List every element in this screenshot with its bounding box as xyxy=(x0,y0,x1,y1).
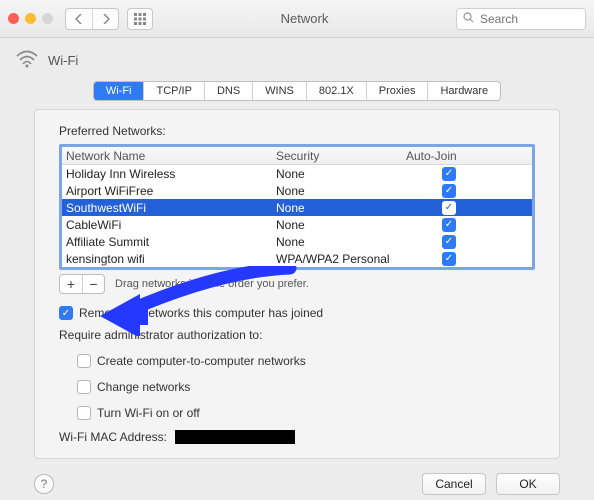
network-name: Holiday Inn Wireless xyxy=(66,167,276,181)
col-security[interactable]: Security xyxy=(276,149,406,163)
admin-option-checkbox[interactable] xyxy=(77,406,91,420)
admin-option-checkbox[interactable] xyxy=(77,354,91,368)
table-row[interactable]: kensington wifiWPA/WPA2 Personal ✓ xyxy=(62,250,532,267)
show-all-button[interactable] xyxy=(127,8,153,30)
ok-button[interactable]: OK xyxy=(496,473,560,495)
remember-label: Remember networks this computer has join… xyxy=(79,306,323,320)
network-name: CableWiFi xyxy=(66,218,276,232)
auto-join-cell: ✓ xyxy=(406,252,496,266)
mac-address-row: Wi-Fi MAC Address: xyxy=(59,430,535,444)
tab-wi-fi[interactable]: Wi-Fi xyxy=(94,82,144,100)
section-title: Wi-Fi xyxy=(48,53,78,68)
col-auto-join[interactable]: Auto-Join xyxy=(406,149,496,163)
admin-auth-label: Require administrator authorization to: xyxy=(59,328,535,342)
search-icon xyxy=(463,12,474,26)
network-security: WPA/WPA2 Personal xyxy=(276,252,406,266)
tab-hardware[interactable]: Hardware xyxy=(427,82,500,100)
search-input[interactable] xyxy=(478,11,594,27)
auto-join-cell: ✓ xyxy=(406,201,496,215)
add-network-button[interactable]: + xyxy=(60,275,82,293)
tab-wins[interactable]: WINS xyxy=(252,82,306,100)
close-window-button[interactable] xyxy=(8,13,19,24)
window-controls xyxy=(8,13,53,24)
main-pane: Wi-Fi Wi-FiTCP/IPDNSWINS802.1XProxiesHar… xyxy=(0,38,594,500)
remove-network-button[interactable]: − xyxy=(82,275,104,293)
admin-option-row: Change networks xyxy=(77,380,535,394)
table-row[interactable]: SouthwestWiFiNone ✓ xyxy=(62,199,532,216)
network-security: None xyxy=(276,218,406,232)
search-field[interactable] xyxy=(456,8,586,30)
network-name: kensington wifi xyxy=(66,252,276,266)
admin-option-checkbox[interactable] xyxy=(77,380,91,394)
wifi-header: Wi-Fi xyxy=(14,48,580,81)
col-network-name[interactable]: Network Name xyxy=(66,149,276,163)
cancel-button[interactable]: Cancel xyxy=(422,473,486,495)
tab-tcp-ip[interactable]: TCP/IP xyxy=(143,82,203,100)
mac-address-label: Wi-Fi MAC Address: xyxy=(59,430,167,444)
table-row[interactable]: Airport WiFiFreeNone ✓ xyxy=(62,182,532,199)
network-security: None xyxy=(276,167,406,181)
nav-back-forward xyxy=(65,8,119,30)
forward-button[interactable] xyxy=(92,9,118,29)
auto-join-checkbox[interactable]: ✓ xyxy=(442,184,456,198)
back-button[interactable] xyxy=(66,9,92,29)
table-row[interactable]: Holiday Inn WirelessNone ✓ xyxy=(62,165,532,182)
admin-option-row: Create computer-to-computer networks xyxy=(77,354,535,368)
preferred-networks-label: Preferred Networks: xyxy=(59,124,535,138)
preferred-networks-table[interactable]: Network Name Security Auto-Join Holiday … xyxy=(59,144,535,270)
auto-join-cell: ✓ xyxy=(406,184,496,198)
table-header: Network Name Security Auto-Join xyxy=(62,147,532,165)
drag-hint: Drag networks into the order you prefer. xyxy=(115,278,309,290)
mac-address-value xyxy=(175,430,295,444)
admin-option-row: Turn Wi-Fi on or off xyxy=(77,406,535,420)
footer: ? Cancel OK xyxy=(34,473,560,495)
add-remove-row: + − Drag networks into the order you pre… xyxy=(59,274,535,294)
admin-option-label: Create computer-to-computer networks xyxy=(97,354,306,368)
table-row[interactable]: Affiliate SummitNone ✓ xyxy=(62,233,532,250)
auto-join-checkbox[interactable]: ✓ xyxy=(442,167,456,181)
titlebar: Network xyxy=(0,0,594,38)
window-title: Network xyxy=(161,11,448,26)
wifi-icon xyxy=(16,50,38,71)
minimize-window-button[interactable] xyxy=(25,13,36,24)
auto-join-checkbox[interactable]: ✓ xyxy=(442,218,456,232)
network-security: None xyxy=(276,184,406,198)
remember-row: ✓ Remember networks this computer has jo… xyxy=(59,306,535,320)
auto-join-checkbox[interactable]: ✓ xyxy=(442,235,456,249)
network-name: Airport WiFiFree xyxy=(66,184,276,198)
admin-option-label: Turn Wi-Fi on or off xyxy=(97,406,200,420)
network-security: None xyxy=(276,201,406,215)
auto-join-cell: ✓ xyxy=(406,167,496,181)
wifi-panel: Preferred Networks: Network Name Securit… xyxy=(34,109,560,459)
table-row[interactable]: CableWiFiNone ✓ xyxy=(62,216,532,233)
auto-join-checkbox[interactable]: ✓ xyxy=(442,252,456,266)
network-name: SouthwestWiFi xyxy=(66,201,276,215)
zoom-window-button[interactable] xyxy=(42,13,53,24)
tab-bar: Wi-FiTCP/IPDNSWINS802.1XProxiesHardware xyxy=(93,81,501,101)
tab-802-1x[interactable]: 802.1X xyxy=(306,82,366,100)
auto-join-checkbox[interactable]: ✓ xyxy=(442,201,456,215)
network-name: Affiliate Summit xyxy=(66,235,276,249)
tab-proxies[interactable]: Proxies xyxy=(366,82,428,100)
network-security: None xyxy=(276,235,406,249)
add-remove-segment: + − xyxy=(59,274,105,294)
help-button[interactable]: ? xyxy=(34,474,54,494)
tab-dns[interactable]: DNS xyxy=(204,82,252,100)
auto-join-cell: ✓ xyxy=(406,235,496,249)
admin-option-label: Change networks xyxy=(97,380,190,394)
remember-checkbox[interactable]: ✓ xyxy=(59,306,73,320)
auto-join-cell: ✓ xyxy=(406,218,496,232)
